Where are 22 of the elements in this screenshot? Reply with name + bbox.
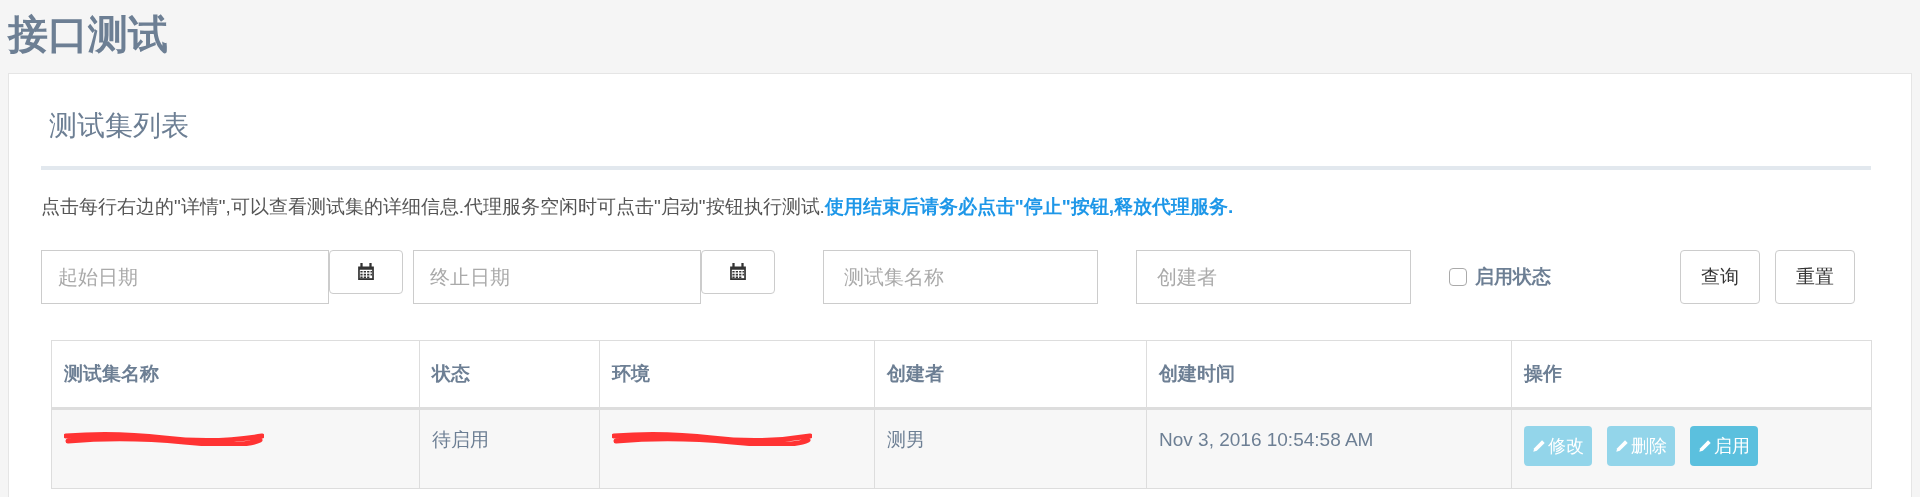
pencil-icon [1532,439,1546,453]
checkbox-label: 启用状态 [1475,264,1551,289]
calendar-button[interactable] [701,250,775,294]
text-field[interactable]: 测试集名称 [823,250,1098,304]
calendar-icon [729,263,747,281]
pencil-icon [1615,439,1629,453]
panel-title: 测试集列表 [48,109,190,143]
action-button[interactable]: 启用 [1690,426,1758,466]
table-cell: 待启用 [419,408,600,489]
table-cell: 测男 [874,408,1147,489]
search-button[interactable]: 查询 [1680,250,1760,304]
calendar-button[interactable] [329,250,403,294]
table-cell: Nov 3, 2016 10:54:58 AM [1146,408,1512,489]
notice-text: 点击每行右边的"详情",可以查看测试集的详细信息.代理服务空闲时可点击"启动"按钮执行测试.使用结束后请务必点击"停止"按钮,释放代理服务. [41,195,1235,219]
page-title: 接口测试 [6,11,169,58]
pencil-icon [1698,439,1712,453]
date-field[interactable]: 终止日期 [413,250,701,304]
text-field[interactable]: 创建者 [1136,250,1411,304]
date-field[interactable]: 起始日期 [41,250,329,304]
checkbox[interactable] [1449,268,1467,286]
calendar-icon [357,263,375,281]
reset-button[interactable]: 重置 [1775,250,1855,304]
